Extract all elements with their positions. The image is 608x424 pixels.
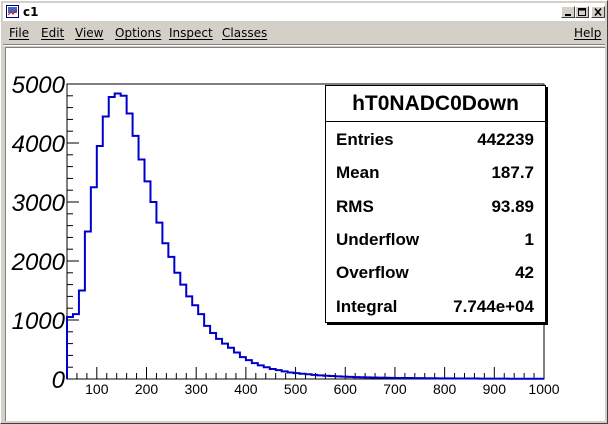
x-axis: 100 200 300 400 500 600 700 800 900 1000 — [66, 367, 560, 397]
stats-box[interactable]: hT0NADC0Down Entries 442239 Mean 187.7 R… — [325, 85, 546, 323]
stat-value: 93.89 — [491, 197, 534, 216]
window-title: c1 — [23, 5, 39, 19]
root-canvas-window: c1 File Edit View Options Inspect Classe… — [0, 0, 608, 424]
x-tick-label: 500 — [284, 381, 308, 397]
maximize-icon — [578, 8, 586, 16]
menu-view[interactable]: View — [75, 26, 103, 40]
stat-value: 187.7 — [491, 163, 534, 182]
close-button[interactable] — [591, 6, 605, 18]
menu-inspect[interactable]: Inspect — [169, 26, 213, 40]
stat-row-mean: Mean 187.7 — [336, 161, 534, 185]
stat-label: Integral — [336, 297, 398, 316]
x-tick-label: 900 — [483, 381, 507, 397]
y-tick-label: 1000 — [12, 308, 66, 335]
menu-file[interactable]: File — [9, 26, 29, 40]
y-tick-label: 4000 — [12, 131, 66, 158]
stat-value: 42 — [515, 263, 534, 282]
stat-label: Mean — [336, 163, 380, 182]
x-tick-label: 600 — [334, 381, 358, 397]
stat-row-rms: RMS 93.89 — [336, 195, 534, 219]
menu-help[interactable]: Help — [574, 26, 601, 40]
plot-canvas[interactable]: 0 1000 2000 3000 4000 5000 100 200 300 400 500 600… — [5, 47, 605, 421]
close-icon — [594, 7, 602, 17]
stat-value: 7.744e+04 — [453, 297, 534, 316]
menu-options[interactable]: Options — [115, 26, 161, 40]
y-tick-label: 2000 — [11, 249, 66, 276]
maximize-button[interactable] — [575, 6, 589, 18]
minimize-button[interactable] — [561, 6, 575, 18]
stat-row-underflow: Underflow 1 — [336, 228, 534, 252]
stat-value: 442239 — [477, 130, 534, 149]
y-tick-label: 3000 — [12, 190, 66, 217]
stats-title: hT0NADC0Down — [326, 86, 545, 122]
root-canvas-icon — [6, 5, 19, 18]
stat-row-entries: Entries 442239 — [336, 128, 534, 152]
stat-label: RMS — [336, 197, 374, 216]
stat-row-integral: Integral 7.744e+04 — [336, 295, 534, 319]
menu-edit[interactable]: Edit — [41, 26, 64, 40]
stat-label: Entries — [336, 130, 394, 149]
stat-label: Overflow — [336, 263, 409, 282]
x-tick-label: 100 — [85, 381, 109, 397]
x-tick-label: 200 — [135, 381, 159, 397]
x-tick-label: 800 — [433, 381, 457, 397]
stat-label: Underflow — [336, 230, 420, 249]
menu-classes[interactable]: Classes — [222, 26, 267, 40]
menu-bar: File Edit View Options Inspect Classes H… — [3, 23, 605, 43]
y-axis: 0 1000 2000 3000 4000 5000 — [11, 72, 79, 394]
y-tick-label: 0 — [52, 367, 66, 394]
title-bar[interactable]: c1 — [3, 3, 605, 21]
minimize-icon — [565, 14, 571, 16]
menu-separator — [3, 44, 605, 46]
stat-row-overflow: Overflow 42 — [336, 261, 534, 285]
x-tick-label: 1000 — [528, 381, 559, 397]
x-tick-label: 400 — [234, 381, 258, 397]
x-tick-label: 300 — [185, 381, 209, 397]
stat-value: 1 — [524, 230, 534, 249]
x-tick-label: 700 — [383, 381, 407, 397]
y-tick-label: 5000 — [12, 72, 66, 99]
